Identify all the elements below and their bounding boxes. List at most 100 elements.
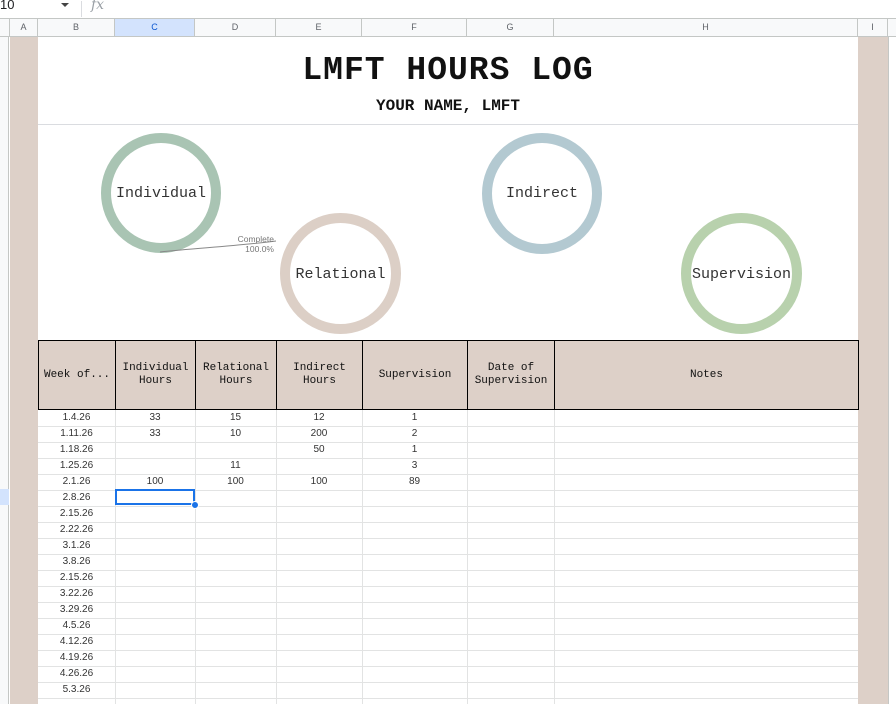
week-cell[interactable]: 5.3.26 — [38, 682, 115, 698]
supervision-cell[interactable] — [362, 490, 467, 506]
name-box[interactable]: 10 — [0, 0, 80, 19]
column-header-a[interactable]: A — [10, 19, 38, 37]
supervision-cell[interactable] — [362, 570, 467, 586]
date-cell[interactable] — [467, 666, 554, 682]
header-date-of-supervision[interactable]: Date of Supervision — [467, 340, 554, 410]
indirect-cell[interactable] — [276, 586, 362, 602]
individual-cell[interactable] — [115, 666, 195, 682]
date-cell[interactable] — [467, 570, 554, 586]
notes-cell[interactable] — [554, 538, 858, 554]
individual-cell[interactable] — [115, 650, 195, 666]
page-title[interactable]: LMFT HOURS LOG — [38, 52, 858, 89]
week-cell[interactable]: 4.12.26 — [38, 634, 115, 650]
relational-cell[interactable] — [195, 522, 276, 538]
relational-cell[interactable] — [195, 666, 276, 682]
week-cell[interactable]: 2.15.26 — [38, 570, 115, 586]
week-cell[interactable]: 2.8.26 — [38, 490, 115, 506]
relational-cell[interactable] — [195, 538, 276, 554]
week-cell[interactable]: 2.15.26 — [38, 506, 115, 522]
week-cell[interactable]: 3.29.26 — [38, 602, 115, 618]
relational-cell[interactable]: 11 — [195, 458, 276, 474]
supervision-cell[interactable] — [362, 650, 467, 666]
individual-cell[interactable] — [115, 634, 195, 650]
notes-cell[interactable] — [554, 474, 858, 490]
week-cell[interactable]: 1.11.26 — [38, 426, 115, 442]
date-cell[interactable] — [467, 474, 554, 490]
notes-cell[interactable] — [554, 666, 858, 682]
week-cell[interactable]: 4.26.26 — [38, 666, 115, 682]
individual-cell[interactable] — [115, 618, 195, 634]
relational-cell[interactable] — [195, 442, 276, 458]
date-cell[interactable] — [467, 426, 554, 442]
week-cell[interactable]: 3.22.26 — [38, 586, 115, 602]
individual-cell[interactable] — [115, 570, 195, 586]
indirect-cell[interactable] — [276, 650, 362, 666]
indirect-cell[interactable] — [276, 634, 362, 650]
date-cell[interactable] — [467, 458, 554, 474]
indirect-cell[interactable] — [276, 538, 362, 554]
indirect-cell[interactable] — [276, 522, 362, 538]
date-cell[interactable] — [467, 618, 554, 634]
supervision-cell[interactable]: 1 — [362, 442, 467, 458]
date-cell[interactable] — [467, 650, 554, 666]
chevron-down-icon[interactable] — [61, 3, 69, 7]
individual-cell[interactable] — [115, 506, 195, 522]
relational-cell[interactable] — [195, 618, 276, 634]
notes-cell[interactable] — [554, 634, 858, 650]
date-cell[interactable] — [467, 554, 554, 570]
individual-cell[interactable] — [115, 682, 195, 698]
indirect-cell[interactable] — [276, 666, 362, 682]
individual-cell[interactable] — [115, 442, 195, 458]
notes-cell[interactable] — [554, 506, 858, 522]
individual-cell[interactable] — [115, 554, 195, 570]
indirect-cell[interactable]: 50 — [276, 442, 362, 458]
relational-cell[interactable] — [195, 682, 276, 698]
date-cell[interactable] — [467, 586, 554, 602]
week-cell[interactable]: 3.8.26 — [38, 554, 115, 570]
individual-cell[interactable]: 33 — [115, 410, 195, 426]
week-cell[interactable]: 1.4.26 — [38, 410, 115, 426]
individual-cell[interactable]: 33 — [115, 426, 195, 442]
date-cell[interactable] — [467, 634, 554, 650]
supervision-cell[interactable]: 1 — [362, 410, 467, 426]
date-cell[interactable] — [467, 490, 554, 506]
individual-cell[interactable] — [115, 602, 195, 618]
notes-cell[interactable] — [554, 602, 858, 618]
individual-cell[interactable] — [115, 538, 195, 554]
supervision-cell[interactable] — [362, 634, 467, 650]
notes-cell[interactable] — [554, 490, 858, 506]
date-cell[interactable] — [467, 442, 554, 458]
relational-cell[interactable] — [195, 490, 276, 506]
individual-cell[interactable] — [115, 522, 195, 538]
date-cell[interactable] — [467, 602, 554, 618]
date-cell[interactable] — [467, 538, 554, 554]
column-header-g[interactable]: G — [467, 19, 554, 37]
supervision-cell[interactable] — [362, 554, 467, 570]
indirect-cell[interactable] — [276, 554, 362, 570]
supervision-cell[interactable] — [362, 506, 467, 522]
week-cell[interactable]: 2.1.26 — [38, 474, 115, 490]
supervision-cell[interactable]: 2 — [362, 426, 467, 442]
relational-cell[interactable] — [195, 554, 276, 570]
indirect-cell[interactable] — [276, 602, 362, 618]
header-notes[interactable]: Notes — [554, 340, 859, 410]
notes-cell[interactable] — [554, 554, 858, 570]
individual-cell[interactable] — [115, 586, 195, 602]
selected-cell[interactable] — [115, 489, 195, 505]
relational-cell[interactable] — [195, 650, 276, 666]
header-supervision[interactable]: Supervision — [362, 340, 467, 410]
notes-cell[interactable] — [554, 458, 858, 474]
supervision-cell[interactable] — [362, 666, 467, 682]
date-cell[interactable] — [467, 522, 554, 538]
relational-cell[interactable] — [195, 570, 276, 586]
notes-cell[interactable] — [554, 682, 858, 698]
relational-cell[interactable]: 100 — [195, 474, 276, 490]
week-cell[interactable]: 4.5.26 — [38, 618, 115, 634]
notes-cell[interactable] — [554, 410, 858, 426]
week-cell[interactable]: 4.19.26 — [38, 650, 115, 666]
column-header-f[interactable]: F — [362, 19, 467, 37]
header-individual-hours[interactable]: Individual Hours — [115, 340, 195, 410]
page-subtitle[interactable]: YOUR NAME, LMFT — [38, 97, 858, 115]
relational-cell[interactable] — [195, 506, 276, 522]
date-cell[interactable] — [467, 506, 554, 522]
